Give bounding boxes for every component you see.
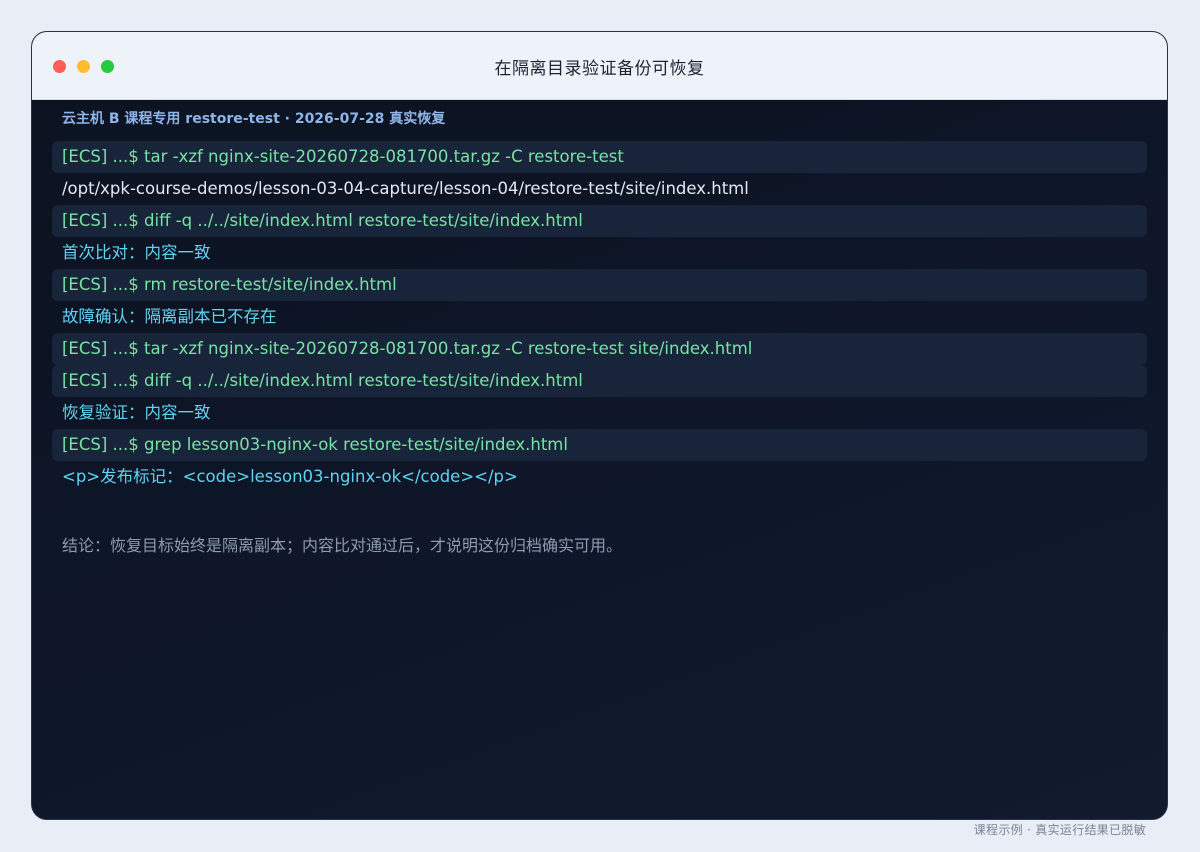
terminal-line: [ECS] ...$ grep lesson03-nginx-ok restor… (52, 429, 1147, 461)
terminal-line: 故障确认：隔离副本已不存在 (62, 307, 277, 326)
terminal-line: [ECS] ...$ tar -xzf nginx-site-20260728-… (52, 141, 1147, 173)
terminal-line: 首次比对：内容一致 (62, 243, 211, 262)
terminal-output: [ECS] ...$ tar -xzf nginx-site-20260728-… (52, 141, 1147, 493)
conclusion-text: 结论：恢复目标始终是隔离副本；内容比对通过后，才说明这份归档确实可用。 (62, 536, 623, 555)
terminal-line: [ECS] ...$ diff -q ../../site/index.html… (52, 365, 1147, 397)
terminal-window: 在隔离目录验证备份可恢复 云主机 B 课程专用 restore-test · 2… (31, 31, 1168, 820)
terminal-line: [ECS] ...$ diff -q ../../site/index.html… (52, 205, 1147, 237)
window-title: 在隔离目录验证备份可恢复 (494, 59, 705, 79)
footer-note: 课程示例 · 真实运行结果已脱敏 (973, 823, 1146, 837)
title-bar: 在隔离目录验证备份可恢复 (32, 32, 1167, 100)
terminal-body: 云主机 B 课程专用 restore-test · 2026-07-28 真实恢… (52, 108, 1147, 819)
session-subtitle: 云主机 B 课程专用 restore-test · 2026-07-28 真实恢… (62, 111, 446, 127)
terminal-line: 恢复验证：内容一致 (62, 403, 211, 422)
terminal-line: /opt/xpk-course-demos/lesson-03-04-captu… (62, 179, 749, 198)
terminal-line: <p>发布标记：<code>lesson03-nginx-ok</code></… (62, 467, 518, 486)
terminal-line: [ECS] ...$ rm restore-test/site/index.ht… (52, 269, 1147, 301)
terminal-line: [ECS] ...$ tar -xzf nginx-site-20260728-… (52, 333, 1147, 365)
